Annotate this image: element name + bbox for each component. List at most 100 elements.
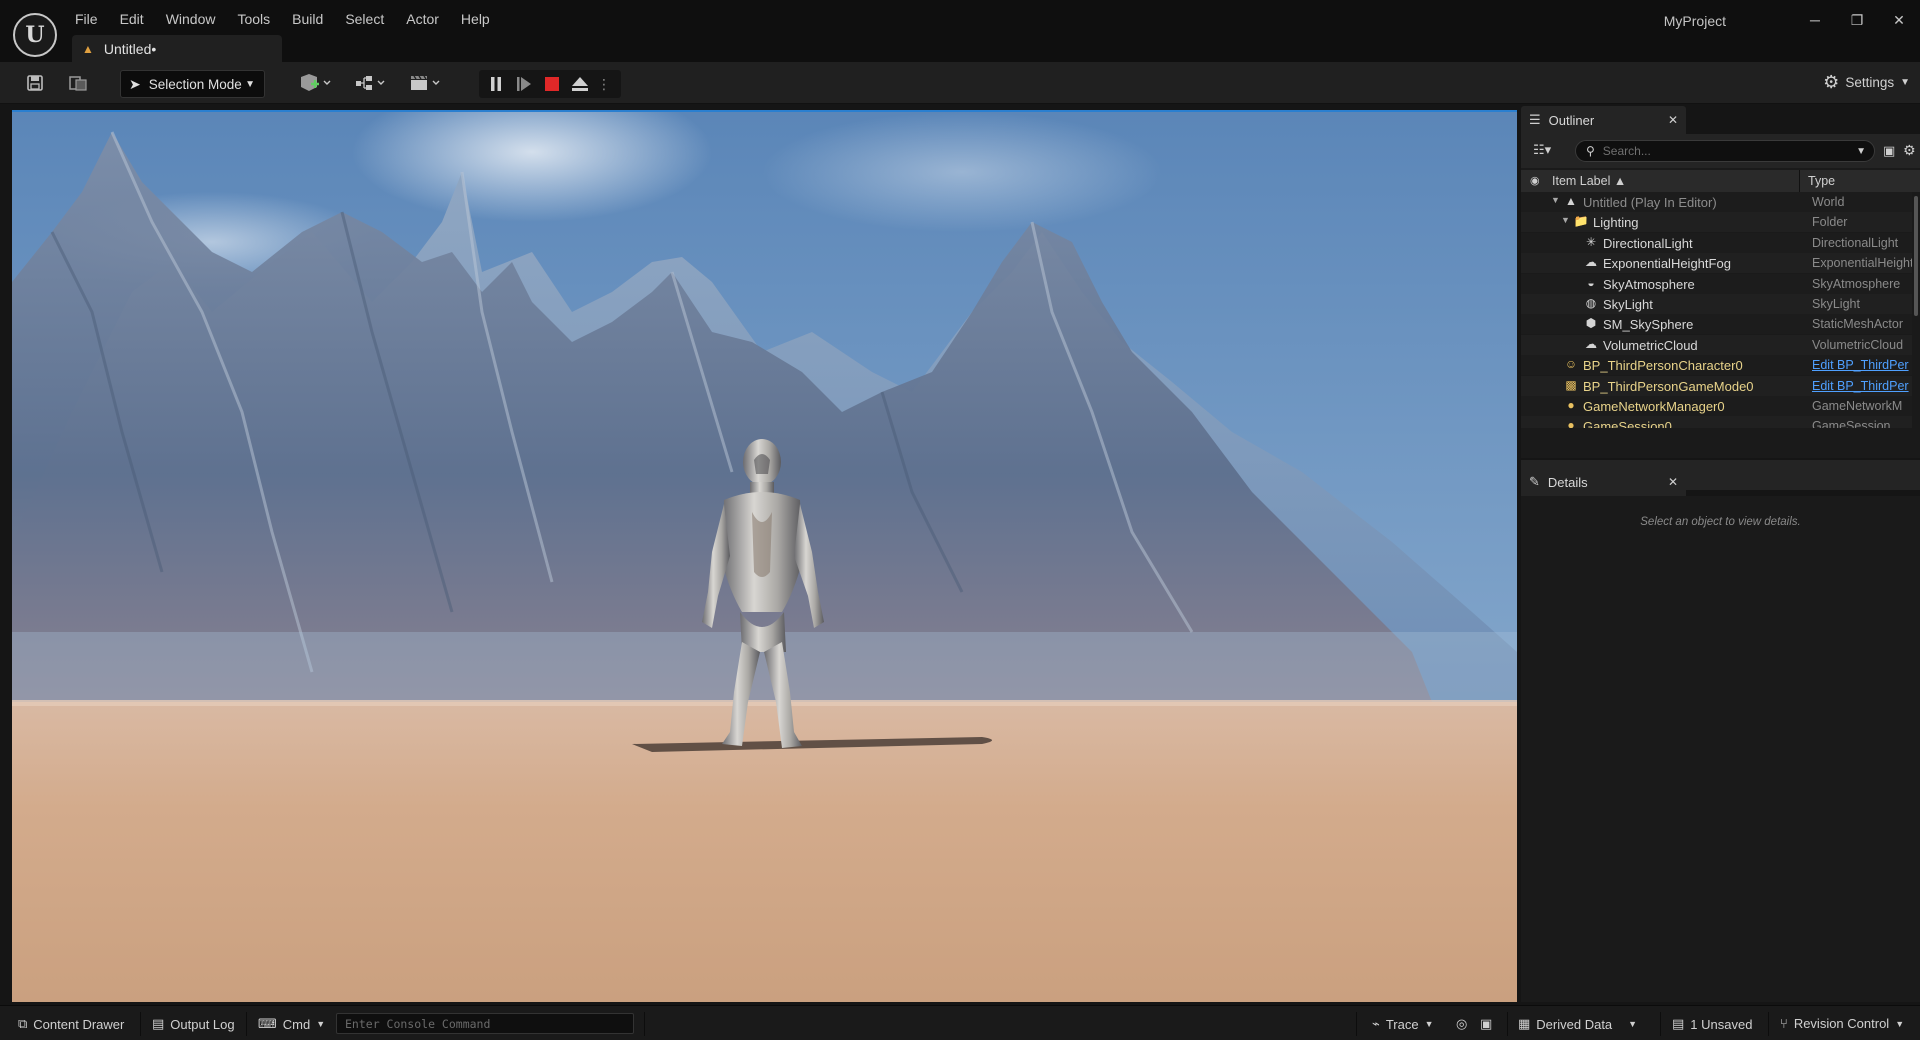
browse-content-icon [69, 76, 87, 91]
menu-edit[interactable]: Edit [109, 8, 155, 30]
menu-select[interactable]: Select [334, 8, 395, 30]
outliner-item-type: DirectionalLight [1812, 235, 1899, 250]
menu-window[interactable]: Window [155, 8, 227, 30]
outliner-row[interactable]: ✳ DirectionalLight DirectionalLight [1521, 232, 1912, 253]
column-type[interactable]: Type [1808, 174, 1835, 188]
search-icon: ⚲ [1586, 144, 1595, 158]
menu-help[interactable]: Help [450, 8, 501, 30]
frame-skip-icon [517, 77, 531, 91]
fog-icon: ☁ [1585, 255, 1597, 270]
outliner-row[interactable]: ● GameSession0 GameSession [1521, 416, 1912, 428]
menu-build[interactable]: Build [281, 8, 334, 30]
document-tab-untitled[interactable]: ▲ Untitled• [72, 35, 282, 62]
console-command-input[interactable] [336, 1013, 634, 1034]
restore-button[interactable]: ❐ [1836, 6, 1878, 34]
record-icon: ◎ [1456, 1016, 1468, 1031]
menu-tools[interactable]: Tools [226, 8, 281, 30]
visibility-eye-icon[interactable]: ◉ [1530, 174, 1540, 187]
expand-arrow-icon[interactable]: ▼ [1551, 195, 1560, 205]
revision-control-label: Revision Control [1793, 1016, 1890, 1031]
filter-icon[interactable]: ☷▾ [1533, 142, 1551, 158]
outliner-row[interactable]: ⬢ SM_SkySphere StaticMeshActor [1521, 314, 1912, 335]
blueprints-button[interactable] [350, 68, 392, 98]
settings-button[interactable]: ⚙ Settings ▼ [1823, 72, 1910, 93]
add-folder-icon[interactable]: ▣ [1883, 143, 1895, 159]
menu-bar: File Edit Window Tools Build Select Acto… [64, 8, 501, 30]
outliner-toolbar: ☷▾ ⚲ ▼ ▣ ⚙ [1521, 134, 1920, 168]
menu-actor[interactable]: Actor [395, 8, 450, 30]
title-bar: U File Edit Window Tools Build Select Ac… [0, 0, 1920, 62]
content-drawer-button[interactable]: ⧉ Content Drawer [18, 1016, 124, 1032]
separator [1356, 1012, 1357, 1036]
outliner-scrollbar[interactable] [1914, 196, 1918, 316]
outliner-row[interactable]: ▼ 📁 Lighting Folder [1521, 212, 1912, 233]
eject-button[interactable] [567, 70, 593, 98]
chevron-down-icon: ▼ [1424, 1019, 1434, 1029]
outliner-row[interactable]: ▩ BP_ThirdPersonGameMode0 Edit BP_ThirdPer [1521, 375, 1912, 396]
level-viewport[interactable] [12, 110, 1517, 1002]
output-log-button[interactable]: ▤ Output Log [152, 1016, 235, 1032]
cinematics-button[interactable] [405, 68, 447, 98]
close-window-button[interactable]: ✕ [1878, 6, 1920, 34]
derived-data-label: Derived Data [1536, 1016, 1613, 1032]
outliner-item-label: SkyLight [1603, 297, 1653, 312]
revision-control-dropdown[interactable]: ⑂ Revision Control ▼ [1780, 1016, 1904, 1031]
folder-icon: 📁 [1573, 214, 1589, 229]
play-options-icon[interactable]: ⋮ [593, 70, 615, 98]
browse-button[interactable] [63, 68, 93, 98]
chevron-down-icon: ▼ [1628, 1019, 1638, 1029]
pause-button[interactable] [483, 70, 509, 98]
window-controls: ─ ❐ ✕ [1794, 6, 1920, 34]
selection-mode-dropdown[interactable]: ➤ Selection Mode ▼ [120, 70, 265, 98]
minimize-button[interactable]: ─ [1794, 6, 1836, 34]
sky-atmosphere-icon: ◒ [1587, 275, 1595, 290]
outliner-row[interactable]: ◒ SkyAtmosphere SkyAtmosphere [1521, 273, 1912, 294]
save-button[interactable] [20, 68, 50, 98]
cmd-dropdown[interactable]: ⌨ Cmd ▼ [258, 1016, 325, 1032]
add-actor-button[interactable] [294, 68, 336, 98]
tab-details[interactable]: ✎ Details ✕ [1521, 468, 1686, 496]
outliner-row[interactable]: ◍ SkyLight SkyLight [1521, 294, 1912, 314]
outliner-row[interactable]: ☁ VolumetricCloud VolumetricCloud [1521, 334, 1912, 355]
stop-button[interactable] [539, 70, 565, 98]
record-button[interactable]: ◎ [1456, 1016, 1467, 1032]
menu-file[interactable]: File [64, 8, 109, 30]
outliner-item-label: SkyAtmosphere [1603, 276, 1695, 292]
cloud-icon: ☁ [1585, 336, 1597, 351]
derived-data-dropdown[interactable]: ▦ Derived Data ▼ [1518, 1016, 1637, 1032]
outliner-item-type: StaticMeshActor [1812, 317, 1904, 332]
outliner-row[interactable]: ☺ BP_ThirdPersonCharacter0 Edit BP_ThirdPe… [1521, 355, 1912, 376]
outliner-item-type: GameSession [1812, 419, 1891, 428]
edit-blueprint-link[interactable]: Edit BP_ThirdPer [1812, 379, 1912, 393]
outliner-row[interactable]: ▼ ▲ Untitled (Play In Editor) World [1521, 192, 1912, 212]
trace-icon: ⌁ [1372, 1016, 1380, 1031]
selection-mode-label: Selection Mode [148, 76, 242, 92]
skip-frame-button[interactable] [511, 70, 537, 98]
trace-dropdown[interactable]: ⌁ Trace ▼ [1372, 1016, 1434, 1032]
outliner-search-box[interactable]: ⚲ ▼ [1575, 140, 1875, 162]
chevron-down-icon[interactable]: ▼ [1856, 146, 1866, 157]
directional-light-icon: ✳ [1585, 234, 1597, 249]
separator [644, 1012, 645, 1036]
edit-blueprint-link[interactable]: Edit BP_ThirdPer [1812, 358, 1912, 372]
add-actor-icon [301, 74, 331, 91]
screenshot-button[interactable]: ▣ [1480, 1016, 1492, 1032]
cmd-label: Cmd [282, 1016, 311, 1032]
close-icon[interactable]: ✕ [1668, 113, 1678, 127]
column-item-label[interactable]: Item Label ▲ [1552, 174, 1626, 188]
gear-icon[interactable]: ⚙ [1903, 142, 1916, 159]
outliner-row[interactable]: ☁ ExponentialHeightFog ExponentialHeightFo… [1521, 253, 1912, 274]
outliner-row[interactable]: ● GameNetworkManager0 GameNetworkM [1521, 396, 1912, 416]
pencil-icon: ✎ [1529, 474, 1540, 489]
tab-outliner[interactable]: ☰ Outliner ✕ [1521, 106, 1686, 134]
column-divider[interactable] [1799, 170, 1800, 192]
unsaved-button[interactable]: ▤ 1 Unsaved [1672, 1016, 1752, 1032]
outliner-search-input[interactable] [1602, 144, 1843, 158]
outliner-item-type: Folder [1812, 215, 1848, 230]
project-name: MyProject [1663, 13, 1726, 29]
close-icon[interactable]: ✕ [1668, 475, 1678, 489]
derived-data-icon: ▦ [1518, 1016, 1531, 1031]
unreal-logo-icon[interactable]: U [13, 13, 57, 57]
details-empty-message: Select an object to view details. [1640, 516, 1801, 528]
expand-arrow-icon[interactable]: ▼ [1561, 215, 1570, 225]
